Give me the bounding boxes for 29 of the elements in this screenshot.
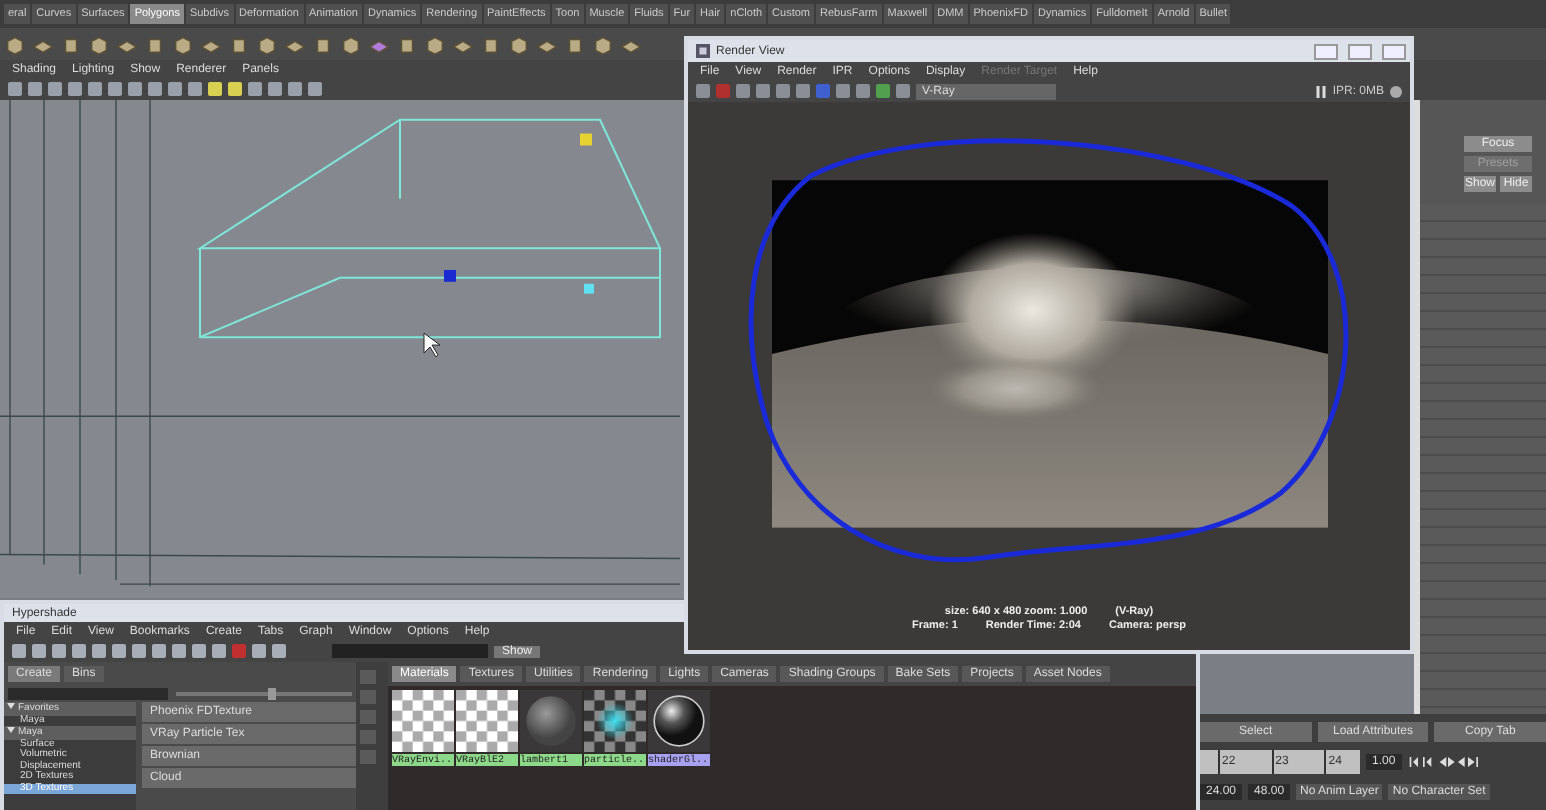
shelf-tool-icon[interactable] [424,33,446,55]
app-icon [696,44,710,58]
material-swatch[interactable] [584,690,646,752]
material-swatch[interactable] [520,690,582,752]
shelf-tool-icon[interactable] [564,33,586,55]
shelf-tool-icon[interactable] [592,33,614,55]
shelf-tool-icon[interactable] [228,33,250,55]
pause-icon[interactable] [1316,85,1327,97]
shelf-tool-icon[interactable] [480,33,502,55]
shelf-tool-icon[interactable] [508,33,530,55]
shelf-tool-icon[interactable] [396,33,418,55]
shelf-tool-icon[interactable] [60,33,82,55]
shelf-tool-icon[interactable] [340,33,362,55]
material-swatch[interactable] [648,690,710,752]
shelf-tool-icon[interactable] [312,33,334,55]
shelf-tool-icon[interactable] [256,33,278,55]
status-icon [1390,85,1402,97]
filter-field[interactable] [8,688,168,700]
shelf-tool-icon[interactable] [88,33,110,55]
maximize-button[interactable] [1348,43,1372,59]
search-field[interactable] [332,644,488,658]
icon-size-slider-thumb[interactable] [268,688,277,700]
close-button[interactable] [1382,43,1406,59]
shelf-tool-icon[interactable] [144,33,166,55]
minimize-button[interactable] [1314,43,1338,59]
material-swatch[interactable] [456,690,518,752]
shelf-tool-icon[interactable] [4,33,26,55]
material-swatch[interactable] [392,690,454,752]
shelf-tool-icon[interactable] [172,33,194,55]
